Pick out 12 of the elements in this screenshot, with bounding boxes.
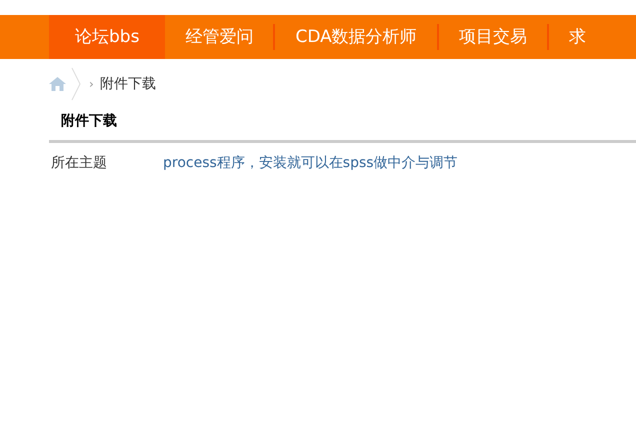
breadcrumb-separator: › — [89, 77, 94, 91]
home-icon[interactable] — [49, 77, 66, 91]
field-label: 所在主题 — [51, 154, 108, 172]
nav-tab[interactable]: 论坛bbs — [49, 15, 166, 59]
nav-tab[interactable]: 项目交易 — [438, 15, 547, 59]
topic-link[interactable]: process程序，安装就可以在spss做中介与调节 — [163, 154, 458, 172]
nav-tab[interactable]: 求 — [548, 15, 606, 59]
section-title: 附件下载 — [60, 112, 118, 131]
nav-tab[interactable]: 经管爱问 — [165, 15, 274, 59]
chevron-icon — [71, 67, 81, 101]
breadcrumb-current: 附件下载 — [100, 75, 156, 93]
nav-tab[interactable]: CDA数据分析师 — [275, 15, 437, 59]
